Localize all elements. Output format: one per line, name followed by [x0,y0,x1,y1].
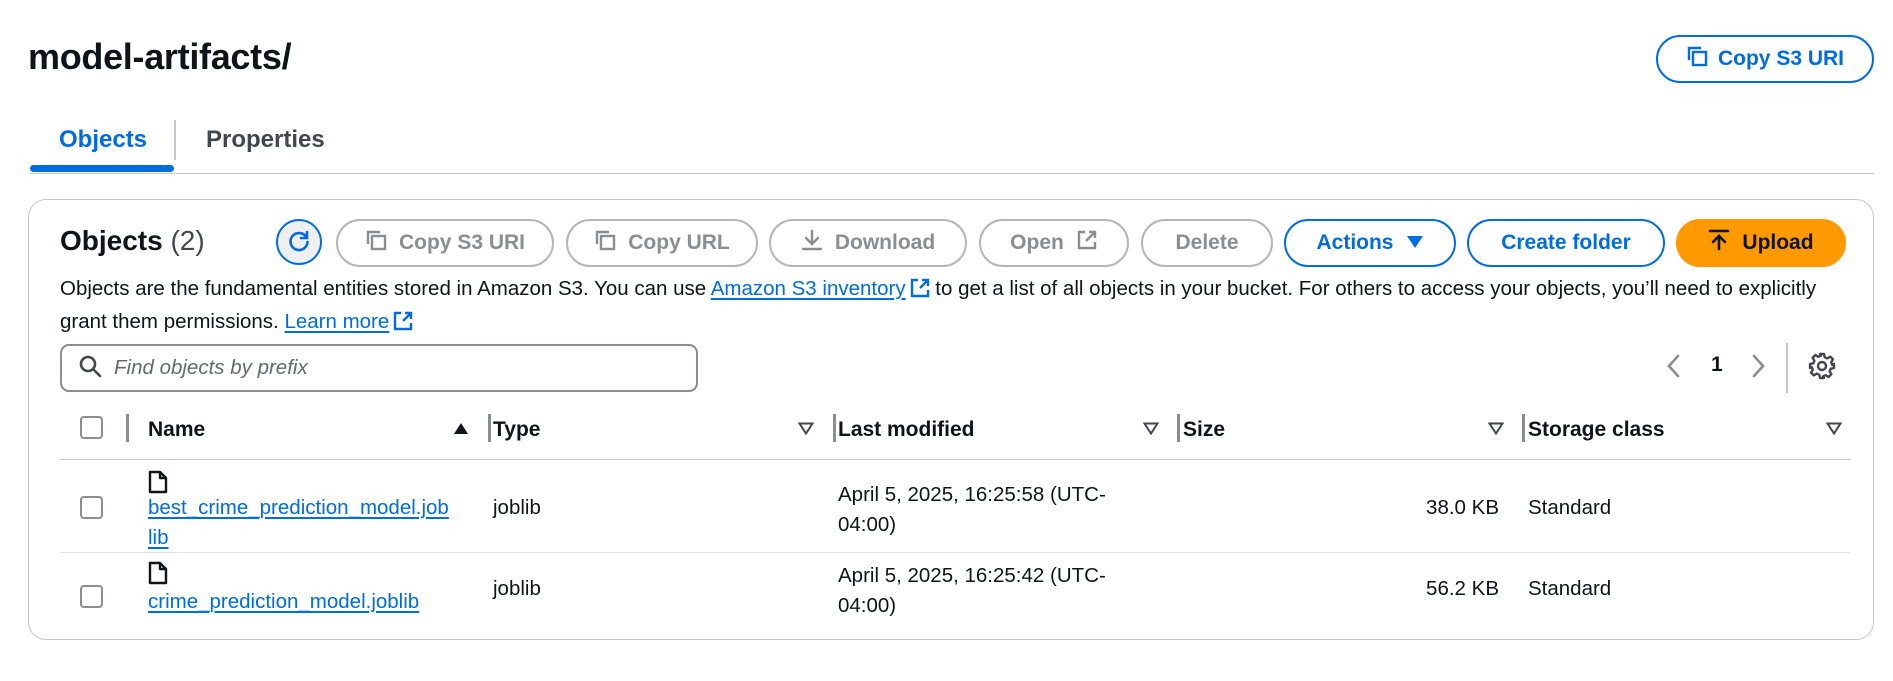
column-header-type[interactable]: Type [493,418,540,442]
sort-icon[interactable] [797,422,815,440]
copy-icon [365,229,387,257]
search-box [60,344,698,392]
sort-ascending-icon[interactable] [453,422,469,440]
objects-panel: Objects (2) Copy S3 URI Copy URL Downloa… [28,199,1874,640]
column-divider [126,414,129,442]
object-name-link[interactable]: best_crime_prediction_model.joblib [148,493,450,553]
gear-icon [1808,352,1836,385]
preferences-button[interactable] [1808,350,1836,386]
external-link-icon [393,310,413,340]
chevron-right-icon [1749,353,1767,384]
column-divider [1177,414,1180,442]
select-all-checkbox[interactable] [80,416,103,439]
description-text-1: Objects are the fundamental entities sto… [60,277,711,300]
page-title: model-artifacts/ [28,36,292,77]
objects-description: Objects are the fundamental entities sto… [60,274,1850,340]
tab-properties[interactable]: Properties [206,126,325,154]
tab-divider [174,120,176,160]
delete-button[interactable]: Delete [1141,219,1273,267]
pagination-divider [1786,343,1788,393]
objects-count: (2) [170,225,205,256]
copy-s3-uri-button[interactable]: Copy S3 URI [336,219,554,267]
object-size: 56.2 KB [1426,577,1499,600]
column-header-storage-class[interactable]: Storage class [1528,418,1665,442]
sort-icon[interactable] [1142,422,1160,440]
caret-down-icon [1406,231,1424,255]
column-header-last-modified[interactable]: Last modified [838,418,975,442]
actions-dropdown[interactable]: Actions [1284,219,1456,267]
copy-s3-uri-label: Copy S3 URI [398,231,526,254]
external-link-icon [910,277,930,307]
objects-heading: Objects (2) [60,225,205,257]
column-divider [833,414,836,442]
tabs: Objects Properties [30,118,1874,174]
object-size: 38.0 KB [1426,496,1499,519]
copy-s3-uri-header-label: Copy S3 URI [1717,47,1845,70]
tab-objects[interactable]: Objects [59,126,147,154]
download-button[interactable]: Download [769,219,967,267]
table-header: Name Type Last modified Size Storage cla… [60,410,1850,460]
object-last-modified: April 5, 2025, 16:25:42 (UTC-04:00) [838,564,1106,617]
column-divider [1522,414,1525,442]
open-button[interactable]: Open [979,219,1129,267]
s3-inventory-link[interactable]: Amazon S3 inventory [711,277,906,300]
column-divider [488,414,491,442]
refresh-button[interactable] [276,219,322,265]
search-input[interactable] [114,356,674,380]
column-header-size[interactable]: Size [1183,418,1225,442]
open-label: Open [1010,231,1064,254]
sort-icon[interactable] [1487,422,1505,440]
object-storage-class: Standard [1528,496,1612,519]
object-storage-class: Standard [1528,577,1612,600]
table-row: best_crime_prediction_model.joblib jobli… [60,462,1850,553]
sort-icon[interactable] [1825,422,1843,440]
search-icon [78,354,102,383]
copy-url-button[interactable]: Copy URL [566,219,758,267]
create-folder-label: Create folder [1501,231,1631,254]
learn-more-link[interactable]: Learn more [284,310,389,333]
download-label: Download [834,231,936,254]
chevron-left-icon [1665,353,1683,384]
copy-url-label: Copy URL [628,231,730,254]
copy-icon [1686,45,1708,73]
objects-heading-label: Objects [60,225,163,256]
object-type: joblib [493,496,541,519]
table-row: crime_prediction_model.joblib joblib Apr… [60,554,1850,634]
actions-label: Actions [1316,231,1394,254]
upload-button[interactable]: Upload [1676,219,1846,267]
next-page-button[interactable] [1749,350,1767,386]
delete-label: Delete [1175,231,1239,254]
row-checkbox[interactable] [80,585,103,608]
column-header-name[interactable]: Name [148,418,205,442]
copy-icon [594,229,616,257]
create-folder-button[interactable]: Create folder [1467,219,1665,267]
object-type: joblib [493,577,541,600]
refresh-icon [286,228,312,257]
row-checkbox[interactable] [80,496,103,519]
upload-label: Upload [1742,231,1814,254]
copy-s3-uri-header-button[interactable]: Copy S3 URI [1656,35,1874,83]
upload-icon [1708,229,1730,257]
current-page[interactable]: 1 [1711,353,1723,377]
external-link-icon [1076,229,1098,257]
download-icon [801,229,823,257]
active-tab-indicator [30,165,174,172]
object-last-modified: April 5, 2025, 16:25:58 (UTC-04:00) [838,483,1106,536]
object-name-link[interactable]: crime_prediction_model.joblib [148,587,450,617]
previous-page-button[interactable] [1665,350,1683,386]
